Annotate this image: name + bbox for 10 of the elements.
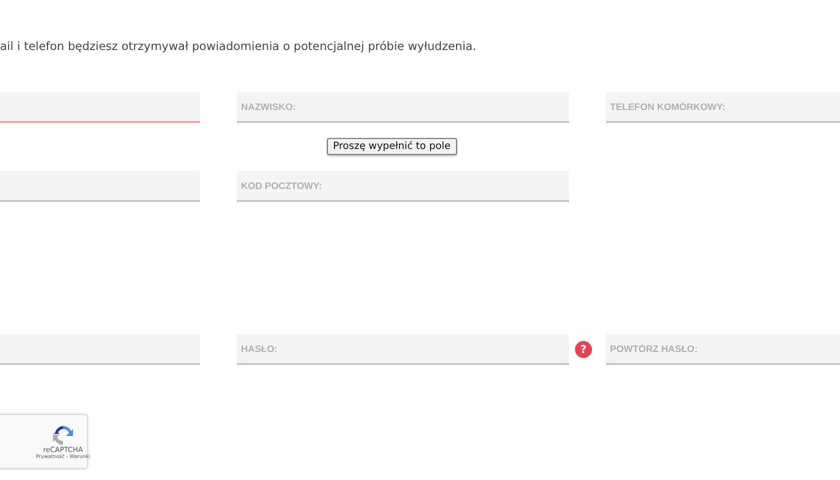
help-icon[interactable]: ? <box>575 341 592 358</box>
input-field[interactable] <box>0 334 200 365</box>
input-field[interactable]: KOD POCZTOWY: <box>237 171 569 202</box>
validation-tooltip: Proszę wypełnić to pole <box>327 138 456 155</box>
input-field[interactable]: HASŁO: <box>237 334 569 365</box>
captcha-logo-icon <box>52 424 74 446</box>
input-field[interactable] <box>0 92 200 123</box>
input-field[interactable]: NAZWISKO: <box>237 92 569 123</box>
input-field[interactable] <box>0 171 200 202</box>
intro-text: ail i telefon będziesz otrzymywał powiadomienia o potencjalnej próbie wyłudzenia. <box>0 39 476 53</box>
